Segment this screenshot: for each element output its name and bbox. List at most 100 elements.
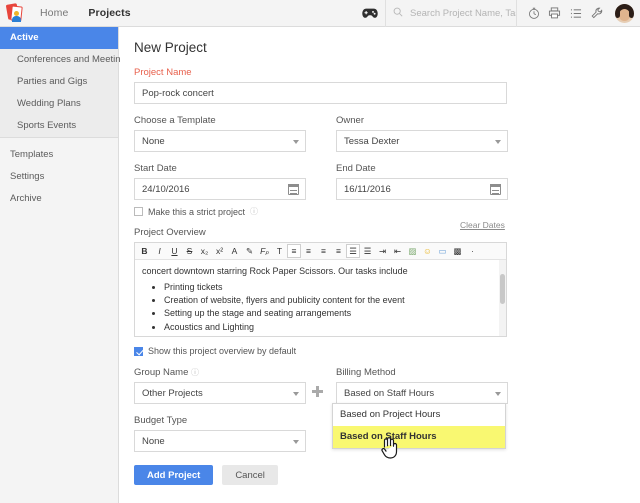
budget-type-select[interactable]: None [134,430,306,452]
billing-method-dropdown-menu[interactable]: Based on Project HoursBased on Staff Hou… [332,403,506,449]
add-group-icon[interactable] [312,386,323,397]
template-owner-row: Choose a Template None Owner Tessa Dexte… [134,115,640,152]
align-right-icon[interactable]: ≡ [316,244,331,259]
align-left-icon[interactable]: ≡ [287,244,301,258]
sidebar-item-parties-and-gigs[interactable]: Parties and Gigs [0,71,118,93]
editor-content[interactable]: concert downtown starring Rock Paper Sci… [135,260,506,336]
calendar-icon[interactable] [490,184,501,195]
app-logo[interactable] [0,0,30,27]
help-icon[interactable]: ⓘ [250,206,258,217]
group-name-select[interactable]: Other Projects [134,382,306,404]
overview-bullet-list: Printing ticketsCreation of website, fly… [142,281,499,336]
page-title: New Project [134,40,640,55]
start-date-label: Start Date [134,163,306,174]
insert-link-icon[interactable]: ▭ [435,244,450,259]
search-input[interactable] [408,7,518,20]
sidebar-item-sports-events[interactable]: Sports Events [0,115,118,137]
owner-select[interactable]: Tessa Dexter [336,130,508,152]
insert-table-icon[interactable]: ▩ [450,244,465,259]
overview-bullet-item: Creation of website, flyers and publicit… [164,294,499,306]
chevron-down-icon [293,392,299,396]
start-date-value: 24/10/2016 [142,184,190,195]
end-date-field: End Date 16/11/2016 [336,163,508,200]
wrench-icon[interactable] [586,0,607,27]
toolbar-icons [517,0,611,27]
editor-scrollbar[interactable] [499,260,506,336]
printer-icon[interactable] [544,0,565,27]
text-color-icon[interactable]: A [227,244,242,259]
sidebar-subgroup: Conferences and Meetings Parties and Gig… [0,49,118,137]
sidebar-item-templates[interactable]: Templates [0,144,118,166]
add-project-button[interactable]: Add Project [134,465,213,485]
underline-icon[interactable]: U [167,244,182,259]
scrollbar-thumb[interactable] [500,274,505,304]
italic-icon[interactable]: I [152,244,167,259]
superscript-icon[interactable]: x² [212,244,227,259]
gamepad-icon[interactable] [359,0,381,27]
template-label: Choose a Template [134,115,306,126]
overview-intro-text: concert downtown starring Rock Paper Sci… [142,265,499,277]
editor-toolbar: BIUSx₂x²A✎FₚT≡≡≡≡☰☰⇥⇤▨☺▭▩· [135,243,506,260]
search-icon [393,4,403,22]
cancel-button[interactable]: Cancel [222,465,278,485]
sidebar-item-wedding-plans[interactable]: Wedding Plans [0,93,118,115]
budget-type-label: Budget Type [134,415,306,426]
list-icon[interactable] [565,0,586,27]
clear-dates-link[interactable]: Clear Dates [460,220,505,230]
calendar-icon[interactable] [288,184,299,195]
strikethrough-icon[interactable]: S [182,244,197,259]
sidebar-item-active[interactable]: Active [0,27,118,49]
project-overview-label: Project Overview [134,227,640,238]
group-name-label: Group Name ⓘ [134,367,306,378]
align-justify-icon[interactable]: ≡ [331,244,346,259]
nav-item-projects[interactable]: Projects [78,0,140,27]
align-center-icon[interactable]: ≡ [301,244,316,259]
rich-text-editor: BIUSx₂x²A✎FₚT≡≡≡≡☰☰⇥⇤▨☺▭▩· concert downt… [134,242,507,337]
help-icon[interactable]: ⓘ [191,367,199,378]
numbered-list-icon[interactable]: ☰ [360,244,375,259]
indent-icon[interactable]: ⇥ [375,244,390,259]
search-box[interactable] [385,0,517,27]
sidebar-item-archive[interactable]: Archive [0,188,118,210]
chevron-down-icon [293,140,299,144]
outdent-icon[interactable]: ⇤ [390,244,405,259]
template-value: None [142,136,165,147]
strict-project-row: Make this a strict project ⓘ [134,206,640,217]
more-options-icon[interactable]: · [465,244,480,259]
chevron-down-icon [495,140,501,144]
overview-bullet-item: Lodging, food and transportation for the… [164,334,499,336]
emoji-icon[interactable]: ☺ [420,244,435,259]
highlight-color-icon[interactable]: ✎ [242,244,257,259]
dropdown-option[interactable]: Based on Project Hours [333,404,505,426]
chevron-down-icon [495,392,501,396]
dropdown-option[interactable]: Based on Staff Hours [333,426,505,448]
font-family-icon[interactable]: Fₚ [257,244,272,259]
dates-row: Start Date 24/10/2016 End Date 16/11/201… [134,163,640,200]
template-select[interactable]: None [134,130,306,152]
owner-field: Owner Tessa Dexter [336,115,508,152]
strict-project-checkbox[interactable] [134,207,143,216]
billing-method-value: Based on Staff Hours [344,388,434,399]
budget-type-value: None [142,436,165,447]
start-date-input[interactable]: 24/10/2016 [134,178,306,200]
end-date-label: End Date [336,163,508,174]
end-date-value: 16/11/2016 [344,184,391,195]
font-size-icon[interactable]: T [272,244,287,259]
bulleted-list-icon[interactable]: ☰ [346,244,360,258]
project-name-input[interactable] [134,82,507,104]
show-overview-checkbox[interactable] [134,347,143,356]
group-billing-row: Group Name ⓘ Other Projects Billing Meth… [134,367,640,404]
user-avatar[interactable] [615,4,634,23]
insert-image-icon[interactable]: ▨ [405,244,420,259]
template-field: Choose a Template None [134,115,306,152]
project-overview-section: Project Overview BIUSx₂x²A✎FₚT≡≡≡≡☰☰⇥⇤▨☺… [134,227,640,337]
billing-method-select[interactable]: Based on Staff Hours [336,382,508,404]
bold-icon[interactable]: B [137,244,152,259]
subscript-icon[interactable]: x₂ [197,244,212,259]
sidebar-item-conferences-and-meetings[interactable]: Conferences and Meetings [0,49,118,71]
timer-icon[interactable] [523,0,544,27]
sidebar-item-settings[interactable]: Settings [0,166,118,188]
end-date-input[interactable]: 16/11/2016 [336,178,508,200]
nav-item-home[interactable]: Home [30,0,78,27]
budget-type-field: Budget Type None [134,415,306,452]
